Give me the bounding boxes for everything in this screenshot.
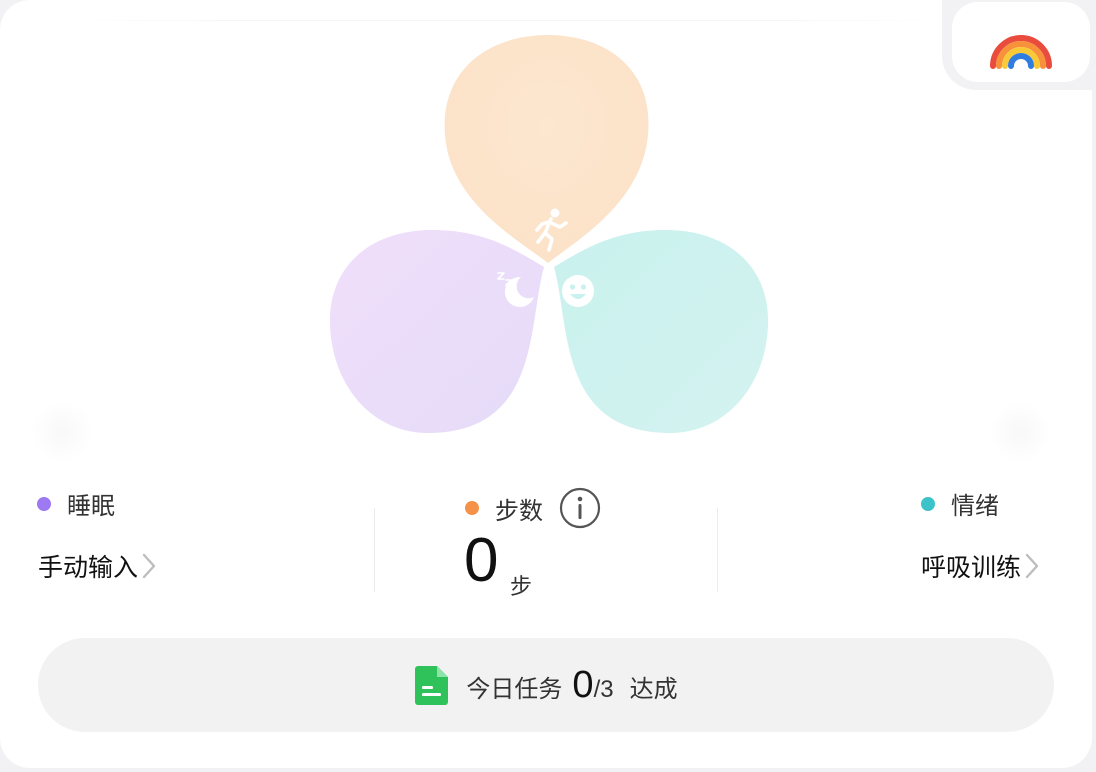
health-flower[interactable] <box>320 25 780 445</box>
sleep-dot <box>37 496 51 511</box>
task-total: /3 <box>593 675 614 703</box>
sleep-legend: 睡眠 <box>37 486 115 521</box>
document-icon <box>415 666 449 705</box>
steps-dot <box>465 501 479 515</box>
task-done-count: 0 <box>572 663 594 706</box>
breathing-training-link[interactable]: 呼吸训练 <box>921 548 1040 584</box>
task-summary: 今日任务 0 /3 达成 <box>466 664 677 707</box>
steps-label: 步数 <box>495 496 543 525</box>
left-nav-ghost[interactable] <box>30 400 94 464</box>
daily-task-bar[interactable]: 今日任务 0 /3 达成 <box>38 638 1054 732</box>
mood-petal[interactable] <box>554 230 769 434</box>
manual-input-link[interactable]: 手动输入 <box>38 548 157 584</box>
manual-input-label: 手动输入 <box>38 553 139 582</box>
sleep-petal[interactable] <box>329 230 544 434</box>
mood-dot <box>921 496 935 511</box>
steps-count: 0 <box>464 526 499 595</box>
steps-unit: 步 <box>510 575 533 600</box>
info-icon[interactable] <box>559 487 601 529</box>
breathing-training-label: 呼吸训练 <box>921 553 1022 582</box>
column-divider-right <box>717 508 718 592</box>
chevron-right-icon <box>1025 553 1039 579</box>
task-suffix: 达成 <box>629 674 678 703</box>
mood-legend: 情绪 <box>921 486 999 521</box>
mood-label: 情绪 <box>951 492 999 520</box>
rainbow-logo-icon[interactable] <box>988 12 1054 72</box>
right-nav-ghost[interactable] <box>988 400 1052 464</box>
task-prefix: 今日任务 <box>466 674 563 703</box>
smiley-face-icon <box>562 275 594 307</box>
steps-legend: 步数 <box>465 487 601 529</box>
top-divider <box>66 20 946 21</box>
chevron-right-icon <box>142 553 156 579</box>
sleep-label: 睡眠 <box>67 492 115 520</box>
column-divider-left <box>374 508 375 592</box>
